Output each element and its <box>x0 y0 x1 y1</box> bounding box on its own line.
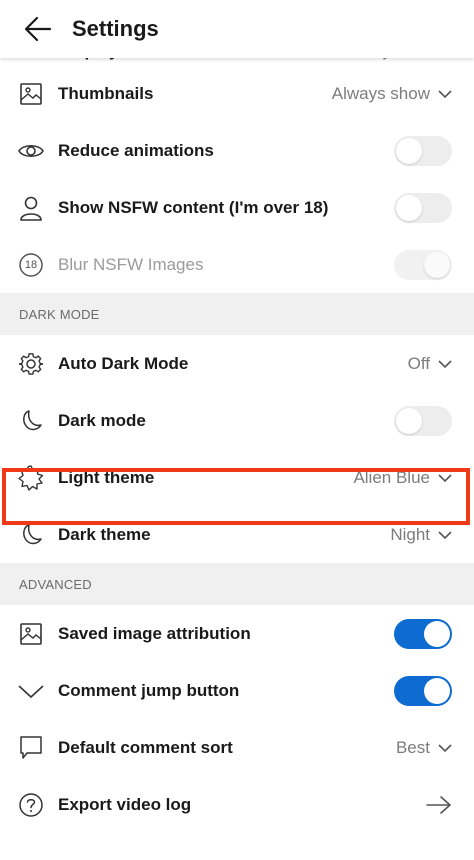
arrow-left-icon <box>24 15 52 43</box>
setting-default-comment-sort[interactable]: Default comment sort Best <box>0 719 474 776</box>
light-theme-value: Alien Blue <box>353 467 430 487</box>
arrow-right-icon <box>426 795 452 815</box>
thumbnails-label: Thumbnails <box>58 83 154 103</box>
nsfw-badge-text: 18 <box>24 258 38 271</box>
dark-mode-label: Dark mode <box>58 410 146 430</box>
toggle-knob <box>424 677 450 704</box>
export-video-log-label: Export video log <box>58 794 192 814</box>
moon-icon <box>18 408 44 434</box>
setting-auto-dark-mode[interactable]: Auto Dark Mode Off <box>0 335 474 392</box>
setting-light-theme[interactable]: Light theme Alien Blue <box>0 449 474 506</box>
chevron-down-icon <box>438 530 452 540</box>
thumbnails-value: Always show <box>331 83 430 103</box>
setting-dark-mode[interactable]: Dark mode <box>0 392 474 449</box>
setting-blur-nsfw: 18 Blur NSFW Images <box>0 236 474 293</box>
chevron-down-icon <box>438 359 452 369</box>
auto-dark-mode-label: Auto Dark Mode <box>58 353 189 373</box>
default-comment-sort-dropdown[interactable]: Best <box>396 719 452 776</box>
chevron-down-icon <box>438 89 452 99</box>
thumbnails-dropdown[interactable]: Always show <box>332 65 452 122</box>
help-circle-icon <box>18 792 44 818</box>
moon-icon <box>18 522 44 548</box>
sun-icon <box>18 464 44 491</box>
chevron-down-icon <box>438 743 452 753</box>
comment-jump-button-label: Comment jump button <box>58 680 240 700</box>
dark-theme-label: Dark theme <box>58 524 151 544</box>
nsfw-18-icon: 18 <box>18 252 44 278</box>
blur-nsfw-toggle <box>394 249 452 280</box>
dark-theme-value: Night <box>390 524 430 544</box>
saved-image-attribution-label: Saved image attribution <box>58 623 251 643</box>
default-comment-sort-label: Default comment sort <box>58 737 233 757</box>
setting-saved-image-attribution[interactable]: Saved image attribution <box>0 605 474 662</box>
back-button[interactable] <box>18 9 58 49</box>
setting-export-video-log[interactable]: Export video log <box>0 776 474 833</box>
setting-reduce-animations[interactable]: Reduce animations <box>0 122 474 179</box>
auto-dark-mode-dropdown[interactable]: Off <box>408 335 452 392</box>
setting-thumbnails[interactable]: Thumbnails Always show <box>0 65 474 122</box>
chevron-down-icon <box>438 473 452 483</box>
section-header-dark-mode: DARK MODE <box>0 293 474 335</box>
eye-icon <box>18 138 44 164</box>
chevron-down-icon <box>18 678 44 704</box>
light-theme-dropdown[interactable]: Alien Blue <box>353 449 452 506</box>
show-nsfw-label: Show NSFW content (I'm over 18) <box>58 197 329 217</box>
toggle-knob <box>396 407 422 434</box>
toggle-knob <box>396 194 422 221</box>
settings-list: Display Always show Thumbnails Always sh… <box>0 40 474 833</box>
toggle-knob <box>424 620 450 647</box>
image-icon <box>18 621 44 647</box>
setting-show-nsfw[interactable]: Show NSFW content (I'm over 18) <box>0 179 474 236</box>
gear-icon <box>18 351 44 377</box>
toggle-knob <box>396 137 422 164</box>
reduce-animations-toggle[interactable] <box>394 135 452 166</box>
show-nsfw-toggle[interactable] <box>394 192 452 223</box>
toggle-knob <box>424 251 450 278</box>
dark-theme-dropdown[interactable]: Night <box>390 506 452 563</box>
blur-nsfw-label: Blur NSFW Images <box>58 254 204 274</box>
app-header: Settings <box>0 0 474 58</box>
export-video-log-arrow[interactable] <box>426 776 452 833</box>
user-icon <box>18 195 44 221</box>
setting-dark-theme[interactable]: Dark theme Night <box>0 506 474 563</box>
auto-dark-mode-value: Off <box>407 353 430 373</box>
reduce-animations-label: Reduce animations <box>58 140 214 160</box>
default-comment-sort-value: Best <box>395 737 430 757</box>
image-icon <box>18 81 44 107</box>
page-title: Settings <box>72 16 159 41</box>
comment-icon <box>18 735 44 761</box>
saved-image-attribution-toggle[interactable] <box>394 618 452 649</box>
dark-mode-toggle[interactable] <box>394 405 452 436</box>
comment-jump-button-toggle[interactable] <box>394 675 452 706</box>
section-header-advanced: ADVANCED <box>0 563 474 605</box>
light-theme-label: Light theme <box>58 467 155 487</box>
setting-comment-jump-button[interactable]: Comment jump button <box>0 662 474 719</box>
